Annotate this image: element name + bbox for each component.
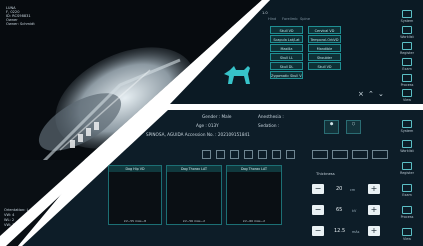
view-icon [402, 89, 412, 97]
kv-decrement-button[interactable]: − [312, 205, 324, 215]
system-icon [402, 120, 412, 128]
tool-1[interactable] [202, 150, 211, 159]
thumbnail-caption: kV~55 mAs~8 [123, 219, 147, 223]
owner-name: Owner: Schmidt [6, 22, 35, 26]
system-icon [402, 10, 412, 18]
mas-unit: mAs [352, 230, 360, 234]
lower-nav-process[interactable]: Process [395, 206, 419, 219]
thumbnail-caption: kV~60 mAs~2 [242, 219, 266, 223]
dog-anatomy-icon[interactable] [220, 60, 256, 90]
nav-register[interactable]: Register [395, 42, 419, 55]
mas-value: 12.5 [334, 228, 346, 234]
exam-mandible[interactable]: Mandible [308, 44, 341, 52]
view-icon [402, 228, 412, 236]
pose-dog-4[interactable] [372, 150, 388, 159]
exam-maxilla[interactable]: Maxilla [270, 44, 303, 52]
worklist-icon [402, 26, 412, 34]
kv-unit: kV [352, 209, 357, 213]
exam-skull-ll[interactable]: Skull LL [270, 53, 303, 61]
mas-increment-button[interactable]: + [368, 226, 380, 236]
overlay-l1: VW: 4 [4, 213, 15, 217]
pose-dog-3[interactable] [352, 150, 368, 159]
anesthesia-label: Anesthesia : [258, 114, 284, 119]
thumbnail-3[interactable]: Dog Thorax LAT kV~60 mAs~2 [226, 165, 282, 225]
thickness-decrement-button[interactable]: − [312, 184, 324, 194]
pose-dog-1[interactable] [312, 150, 328, 159]
process-icon [402, 74, 412, 82]
nav-process[interactable]: Process [395, 74, 419, 87]
tool-7[interactable] [286, 150, 295, 159]
thickness-label: Thickness [316, 171, 335, 176]
region-tab-spine[interactable]: Spine [300, 17, 310, 21]
thumbnail-title: Dog Hip VD [109, 166, 161, 172]
mas-decrement-button[interactable]: − [312, 226, 324, 236]
exam-skull-vd[interactable]: Skull VD [270, 26, 303, 34]
exam-icon [402, 184, 412, 192]
register-icon [402, 42, 412, 50]
tool-3[interactable] [230, 150, 239, 159]
thickness-increment-button[interactable]: + [368, 184, 380, 194]
nav-worklist[interactable]: Worklist [395, 26, 419, 39]
gender-label: Gender : Male [202, 114, 232, 119]
position-icon-a[interactable]: ⬢ [324, 120, 339, 134]
region-tab-forelimb[interactable]: Forelimb [282, 17, 298, 21]
exam-shoulder[interactable]: Shoulder [308, 53, 341, 61]
chevron-down-icon[interactable]: ⌄ [378, 90, 384, 98]
exam-cervical-vd[interactable]: Cervical VD [308, 26, 341, 34]
lower-nav-worklist[interactable]: Worklist [395, 140, 419, 153]
close-icon[interactable]: × [358, 90, 364, 98]
lower-nav-system[interactable]: System [395, 120, 419, 133]
lower-nav-register[interactable]: Register [395, 162, 419, 175]
kv-increment-button[interactable]: + [368, 205, 380, 215]
register-icon [402, 162, 412, 170]
lower-nav-exam[interactable]: Exam [395, 184, 419, 197]
tool-6[interactable] [272, 150, 281, 159]
region-tab-hind[interactable]: Hind [268, 17, 276, 21]
sedation-label: Sedation : [258, 123, 280, 128]
pose-dog-2[interactable] [332, 150, 348, 159]
exam-temporal[interactable]: Temporal-OrbVD [308, 35, 341, 43]
tool-4[interactable] [244, 150, 253, 159]
exam-icon [402, 58, 412, 66]
nav-system[interactable]: System [395, 10, 419, 23]
thumbnail-caption: kV~56 mAs~2 [182, 219, 206, 223]
thumbnail-title: Dog Thorax LAT [167, 166, 221, 172]
orientation-label: Orientation: L [4, 208, 29, 212]
nav-exam[interactable]: Exam [395, 58, 419, 71]
exam-skull-dl[interactable]: Skull DL [270, 62, 303, 70]
nav-view[interactable]: View [395, 89, 419, 102]
overlay-l2: WL: 2 [4, 218, 15, 222]
thumbnail-title: Dog Thorax LAT [227, 166, 281, 172]
position-icon-b[interactable]: ⬡ [346, 120, 361, 134]
overlay-l3: VW: 1 [4, 223, 15, 227]
worklist-icon [402, 140, 412, 148]
accession-line: SPINOSA, AGUIDA Accession No. : 20210915… [146, 132, 250, 137]
thumbnail-2[interactable]: Dog Thorax LAT kV~56 mAs~2 [166, 165, 222, 225]
screenshot-collage: LUNA F, 0220 ID: RCS98831 Owner Owner: S… [0, 0, 423, 246]
kv-value: 65 [336, 207, 343, 213]
exam-skull-vd-2[interactable]: Skull VD [308, 62, 341, 70]
age-label: Age : 013Y [196, 123, 219, 128]
chevron-up-icon[interactable]: ⌃ [368, 90, 374, 98]
tool-2[interactable] [216, 150, 225, 159]
thumbnail-1[interactable]: Dog Hip VD kV~55 mAs~8 [108, 165, 162, 225]
lower-nav-view[interactable]: View [395, 228, 419, 241]
thickness-value: 20 [336, 186, 343, 192]
exam-zygomatic[interactable]: Zygomatic Skull VD [270, 71, 303, 79]
exam-scapula[interactable]: Scapula Lat/Lat [270, 35, 303, 43]
tool-5[interactable] [258, 150, 267, 159]
process-icon [402, 206, 412, 214]
acq-extra: 1.0 [262, 11, 268, 15]
thickness-unit: cm [350, 188, 356, 192]
